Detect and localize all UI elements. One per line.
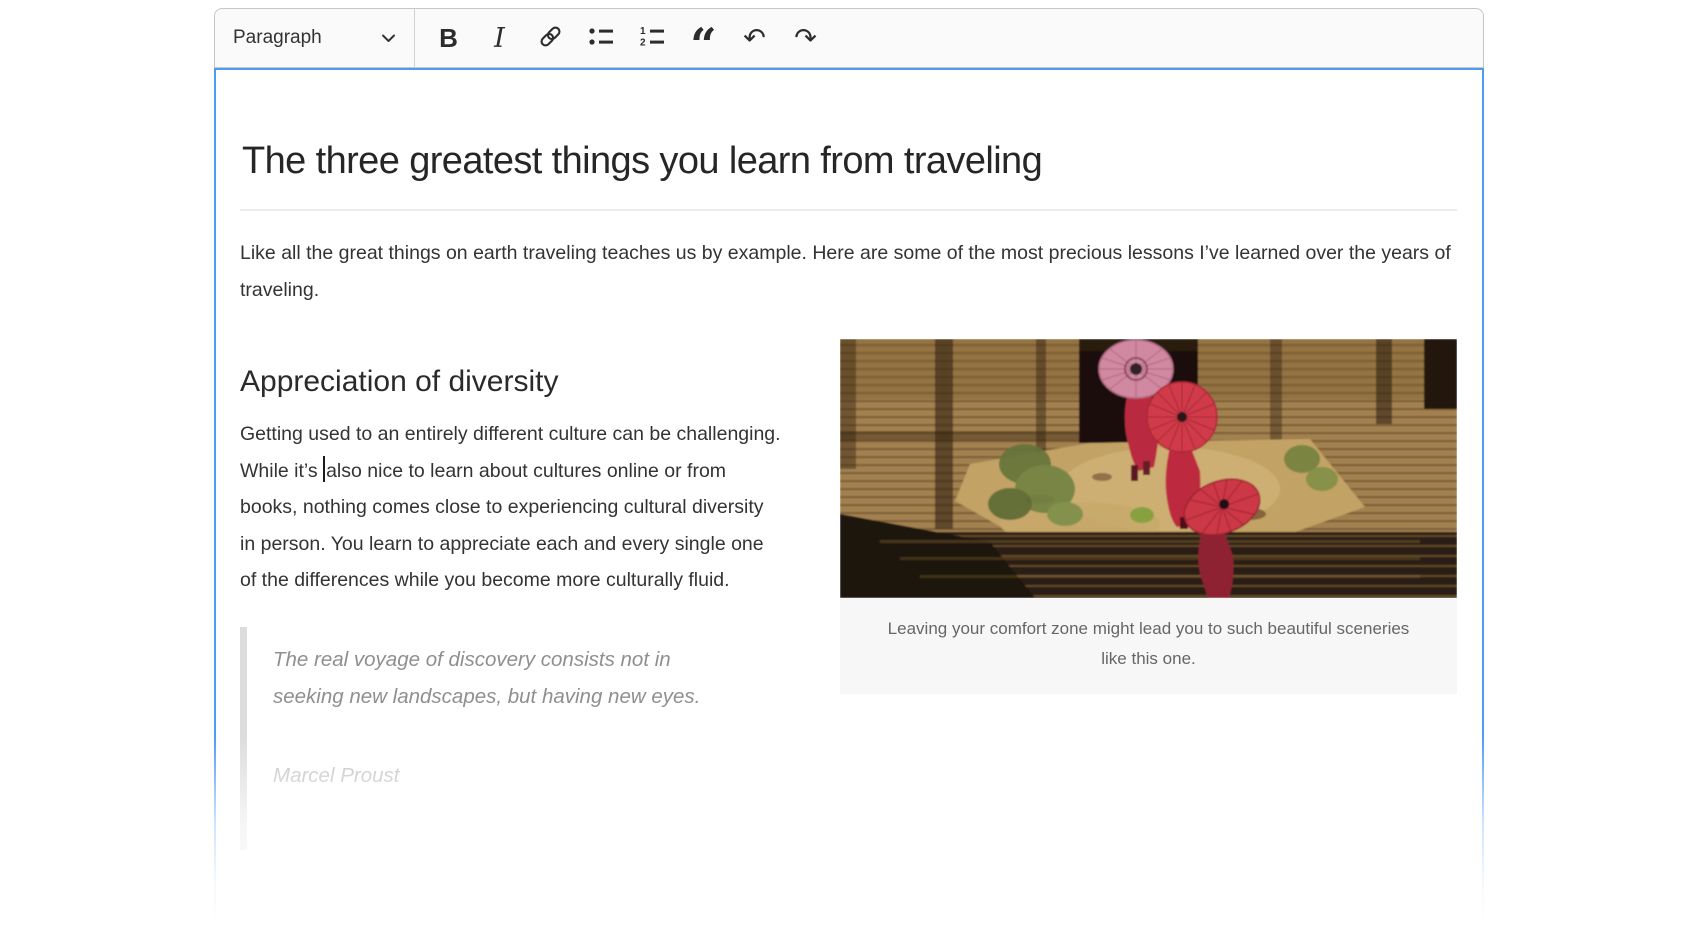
article-title: The three greatest things you learn from… xyxy=(240,112,1457,211)
quote-text: The real voyage of discovery consists no… xyxy=(273,641,710,715)
blockquote: The real voyage of discovery consists no… xyxy=(240,627,710,850)
numbered-list-button[interactable]: 1 2 xyxy=(627,9,678,67)
bulleted-list-button[interactable] xyxy=(576,9,627,67)
link-button[interactable] xyxy=(525,9,576,67)
svg-text:1: 1 xyxy=(640,26,646,37)
article-image-figure[interactable]: Leaving your comfort zone might lead you… xyxy=(840,339,1457,694)
paragraph-style-label: Paragraph xyxy=(233,27,322,49)
link-icon xyxy=(537,23,564,53)
rich-text-editor: Paragraph B I xyxy=(214,8,1484,928)
bulleted-list-icon xyxy=(588,23,615,53)
intro-paragraph: Like all the great things on earth trave… xyxy=(240,235,1457,309)
undo-button[interactable]: ↶ xyxy=(729,9,780,67)
ckeditor-demo-page: Paragraph B I xyxy=(0,0,1700,928)
editable-content-area[interactable]: The three greatest things you learn from… xyxy=(214,68,1484,928)
numbered-list-icon: 1 2 xyxy=(639,23,666,53)
italic-button[interactable]: I xyxy=(474,9,525,67)
bold-icon: B xyxy=(439,23,458,54)
block-quote-button[interactable]: “ xyxy=(678,9,729,67)
chevron-down-icon xyxy=(381,27,396,49)
redo-button[interactable]: ↷ xyxy=(780,9,831,67)
paragraph-style-dropdown[interactable]: Paragraph xyxy=(215,9,415,67)
redo-icon: ↷ xyxy=(794,23,817,54)
quote-author: Marcel Proust xyxy=(273,757,710,794)
block-quote-icon: “ xyxy=(690,23,716,53)
bold-button[interactable]: B xyxy=(423,9,474,67)
image-caption: Leaving your comfort zone might lead you… xyxy=(840,598,1457,694)
text-cursor-caret xyxy=(323,456,325,482)
svg-text:2: 2 xyxy=(640,38,646,49)
monks-with-umbrellas-photo xyxy=(840,339,1457,598)
toolbar-button-group: B I xyxy=(415,9,831,67)
undo-icon: ↶ xyxy=(743,23,766,54)
italic-icon: I xyxy=(494,23,505,54)
editor-toolbar: Paragraph B I xyxy=(214,8,1484,68)
